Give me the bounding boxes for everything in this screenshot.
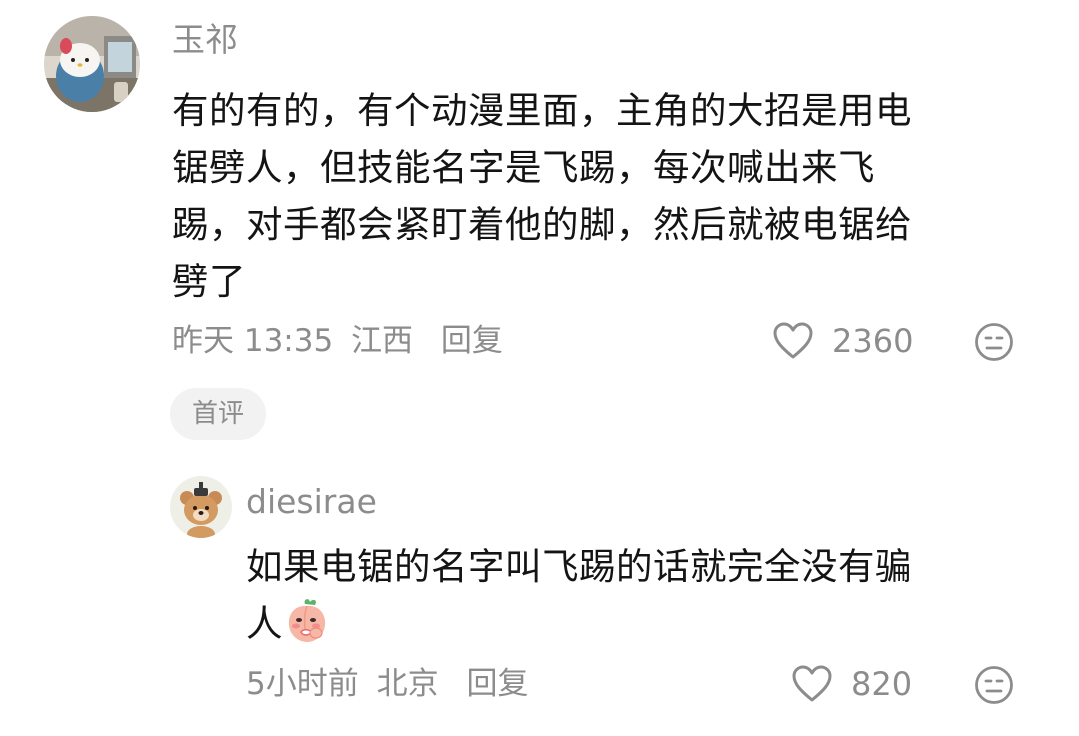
- heart-outline-icon: [792, 665, 832, 702]
- reply-meta: 5小时前 北京 回复: [246, 664, 528, 704]
- reply-location: 北京: [376, 666, 439, 702]
- peach-emoji-icon: [288, 599, 326, 642]
- reply-text-line: 如果电锯的名字叫飞踢的话就完全没有骗: [246, 545, 912, 588]
- comment-username[interactable]: 玉祁: [172, 20, 238, 60]
- comment-like-count: 2360: [832, 322, 914, 360]
- comment-text-line: 劈了: [172, 260, 246, 303]
- reply-like-button[interactable]: 820: [791, 664, 912, 704]
- reply-text: 如果电锯的名字叫飞踢的话就完全没有骗 人: [246, 538, 1036, 652]
- comment-text-line: 有的有的，有个动漫里面，主角的大招是用电: [172, 89, 912, 132]
- reply-like-count: 820: [851, 665, 913, 703]
- comment-reply-button[interactable]: 回复: [441, 323, 503, 359]
- heart-outline-icon: [773, 322, 813, 359]
- hello-kitty-avatar-icon: [44, 16, 140, 112]
- reply-text-tail: 人: [246, 602, 283, 645]
- first-comment-badge: 首评: [170, 388, 267, 440]
- reply-reply-button[interactable]: 回复: [466, 666, 528, 702]
- comment-meta: 昨天 13:35 江西 回复: [172, 321, 503, 361]
- reply-avatar[interactable]: [170, 476, 232, 538]
- comment-text: 有的有的，有个动漫里面，主角的大招是用电 锯劈人，但技能名字是飞踢，每次喊出来飞…: [172, 82, 1032, 310]
- comment-avatar[interactable]: [44, 16, 140, 112]
- comment-text-line: 锯劈人，但技能名字是飞踢，每次喊出来飞: [172, 146, 875, 189]
- comment-text-line: 踢，对手都会紧盯着他的脚，然后就被电锯给: [172, 203, 912, 246]
- teddy-bear-avatar-icon: [170, 476, 232, 538]
- comment-like-button[interactable]: 2360: [772, 321, 913, 361]
- comment-time: 昨天 13:35: [172, 323, 334, 359]
- meh-face-icon[interactable]: [974, 665, 1014, 705]
- reply-username[interactable]: diesirae: [246, 482, 377, 522]
- reply-text-line-last: 人: [246, 595, 1036, 652]
- meh-face-icon[interactable]: [974, 322, 1014, 362]
- comment-location: 江西: [351, 323, 414, 359]
- reply-time: 5小时前: [246, 666, 359, 702]
